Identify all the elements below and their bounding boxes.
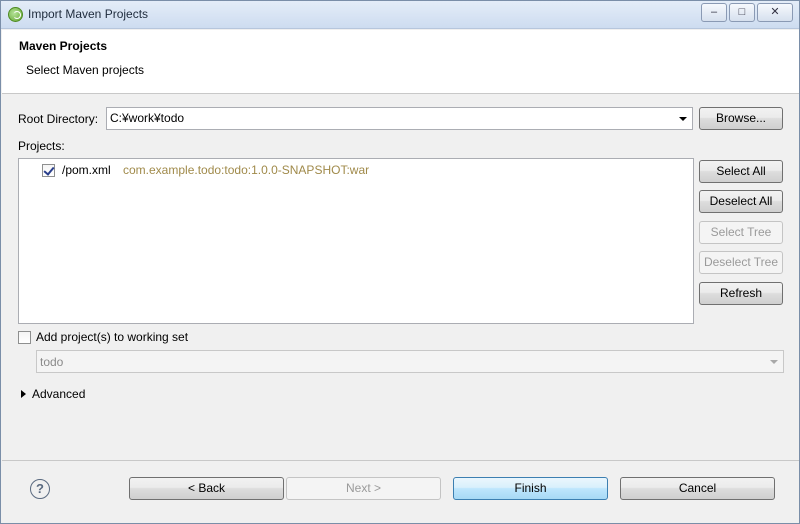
- finish-button[interactable]: Finish: [453, 477, 608, 500]
- deselect-tree-button[interactable]: Deselect Tree: [699, 251, 783, 274]
- advanced-toggle[interactable]: Advanced: [32, 387, 85, 401]
- minimize-button[interactable]: –: [701, 3, 727, 22]
- title-bar[interactable]: Import Maven Projects – □ ✕: [1, 1, 799, 29]
- chevron-down-icon[interactable]: [679, 117, 687, 121]
- root-directory-label: Root Directory:: [18, 112, 99, 126]
- deselect-all-button[interactable]: Deselect All: [699, 190, 783, 213]
- projects-tree[interactable]: /pom.xml com.example.todo:todo:1.0.0-SNA…: [18, 158, 694, 324]
- help-icon[interactable]: ?: [30, 479, 50, 499]
- working-set-combo[interactable]: todo: [36, 350, 784, 373]
- select-all-button[interactable]: Select All: [699, 160, 783, 183]
- app-icon: [8, 7, 23, 22]
- triangle-right-icon[interactable]: [21, 390, 26, 398]
- page-title: Maven Projects: [19, 39, 108, 53]
- project-artifact-id: com.example.todo:todo:1.0.0-SNAPSHOT:war: [123, 163, 370, 177]
- wizard-header: Maven Projects Select Maven projects: [2, 30, 799, 94]
- select-tree-button[interactable]: Select Tree: [699, 221, 783, 244]
- close-button[interactable]: ✕: [757, 3, 793, 22]
- maximize-button[interactable]: □: [729, 3, 755, 22]
- browse-button[interactable]: Browse...: [699, 107, 783, 130]
- footer-divider: [2, 460, 799, 461]
- refresh-button[interactable]: Refresh: [699, 282, 783, 305]
- working-set-value: todo: [40, 355, 64, 369]
- project-name: /pom.xml: [62, 163, 111, 177]
- back-button[interactable]: < Back: [129, 477, 284, 500]
- working-set-label[interactable]: Add project(s) to working set: [36, 330, 188, 344]
- chevron-down-icon[interactable]: [770, 360, 778, 364]
- project-checkbox[interactable]: [42, 164, 55, 177]
- window-title: Import Maven Projects: [28, 7, 149, 21]
- list-item[interactable]: /pom.xml com.example.todo:todo:1.0.0-SNA…: [19, 159, 693, 181]
- next-button[interactable]: Next >: [286, 477, 441, 500]
- cancel-button[interactable]: Cancel: [620, 477, 775, 500]
- working-set-checkbox[interactable]: [18, 331, 31, 344]
- root-directory-value: C:¥work¥todo: [110, 111, 185, 125]
- root-directory-combo[interactable]: C:¥work¥todo: [106, 107, 693, 130]
- import-maven-dialog: Import Maven Projects – □ ✕ Maven Projec…: [0, 0, 800, 524]
- page-subtitle: Select Maven projects: [26, 63, 145, 77]
- projects-label: Projects:: [18, 139, 65, 153]
